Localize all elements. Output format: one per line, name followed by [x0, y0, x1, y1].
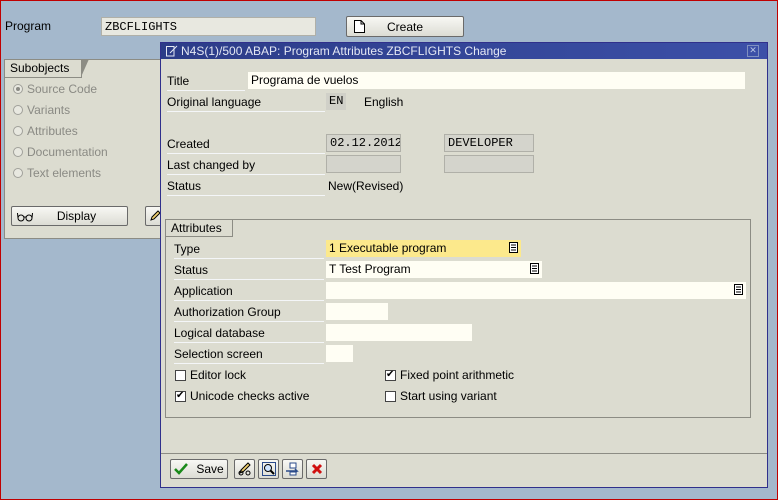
radio-button-icon — [13, 168, 23, 178]
original-language-name: English — [364, 95, 404, 109]
radio-label: Text elements — [27, 166, 102, 180]
save-button[interactable]: Save — [170, 459, 228, 479]
radio-label: Documentation — [27, 145, 108, 159]
attributes-group: Attributes Type 1 Executable program Sta… — [165, 219, 751, 418]
status-label: Status — [167, 177, 325, 196]
transport-button[interactable] — [282, 459, 303, 479]
toolbar-separator — [161, 453, 767, 454]
logical-database-input[interactable] — [326, 324, 472, 341]
glasses-icon — [17, 212, 33, 222]
radio-documentation[interactable]: Documentation — [13, 143, 108, 161]
find-button[interactable] — [258, 459, 279, 479]
subobjects-panel: Subobjects Source Code Variants Attribut… — [4, 59, 165, 239]
authorization-group-label: Authorization Group — [174, 303, 324, 322]
selection-screen-label: Selection screen — [174, 345, 324, 364]
save-button-label: Save — [196, 462, 224, 476]
created-by-field: DEVELOPER — [444, 134, 534, 152]
radio-button-icon — [13, 84, 23, 94]
list-icon — [509, 242, 518, 253]
close-icon[interactable]: ✕ — [747, 45, 759, 57]
title-input[interactable]: Programa de vuelos — [248, 72, 745, 89]
application-dropdown[interactable] — [326, 282, 746, 299]
cancel-button[interactable] — [306, 459, 327, 479]
original-language-input[interactable]: EN — [326, 93, 346, 110]
authorization-group-input[interactable] — [326, 303, 388, 320]
subobjects-tab: Subobjects — [5, 59, 90, 78]
last-changed-by-field — [444, 155, 534, 173]
display-button-label: Display — [56, 209, 97, 223]
change-document-icon — [166, 45, 178, 57]
create-button[interactable]: Create — [346, 16, 464, 37]
list-icon — [734, 284, 743, 295]
last-changed-date-field — [326, 155, 401, 173]
radio-label: Attributes — [27, 124, 78, 138]
radio-label: Variants — [27, 103, 71, 117]
status-dropdown[interactable]: T Test Program — [326, 261, 542, 278]
editor-lock-checkbox[interactable]: Editor lock — [175, 366, 246, 384]
type-label: Type — [174, 240, 324, 259]
cancel-icon — [311, 463, 322, 475]
checkbox-label: Start using variant — [400, 389, 497, 403]
checkbox-label: Unicode checks active — [190, 389, 310, 403]
checkbox-box — [385, 390, 396, 402]
display-button[interactable]: Display — [11, 206, 128, 226]
radio-button-icon — [13, 147, 23, 157]
status-dropdown-value: T Test Program — [329, 262, 411, 276]
start-variant-checkbox[interactable]: Start using variant — [385, 387, 497, 405]
radio-source-code[interactable]: Source Code — [13, 80, 97, 98]
status-value: New(Revised) — [328, 179, 404, 193]
title-label: Title — [167, 72, 245, 91]
attributes-tab: Attributes — [166, 220, 233, 237]
radio-text-elements[interactable]: Text elements — [13, 164, 101, 182]
radio-button-icon — [13, 105, 23, 115]
radio-attributes[interactable]: Attributes — [13, 122, 78, 140]
check-icon — [174, 463, 189, 475]
selection-screen-input[interactable] — [326, 345, 353, 362]
checkbox-box — [385, 368, 396, 382]
checkbox-box — [175, 389, 186, 403]
create-button-label: Create — [386, 19, 424, 34]
radio-button-icon — [13, 126, 23, 136]
dialog-title: N4S(1)/500 ABAP: Program Attributes ZBCF… — [181, 44, 507, 58]
fixed-point-checkbox[interactable]: Fixed point arithmetic — [385, 366, 514, 384]
attr-status-label: Status — [174, 261, 324, 280]
magnifier-icon — [261, 462, 276, 476]
program-attributes-dialog: N4S(1)/500 ABAP: Program Attributes ZBCF… — [160, 42, 768, 488]
last-changed-label: Last changed by — [167, 156, 325, 175]
display-change-button[interactable] — [234, 459, 255, 479]
list-icon — [530, 263, 539, 274]
radio-variants[interactable]: Variants — [13, 101, 70, 119]
checkbox-box — [175, 369, 186, 381]
new-document-icon — [354, 20, 365, 33]
type-dropdown-value: 1 Executable program — [329, 241, 447, 255]
pencil-glasses-icon — [238, 462, 251, 476]
program-input[interactable]: ZBCFLIGHTS — [101, 17, 316, 36]
logical-database-label: Logical database — [174, 324, 324, 343]
type-dropdown[interactable]: 1 Executable program — [326, 240, 521, 257]
unicode-checks-checkbox[interactable]: Unicode checks active — [175, 387, 309, 405]
dialog-title-bar: N4S(1)/500 ABAP: Program Attributes ZBCF… — [161, 43, 767, 59]
created-label: Created — [167, 135, 325, 154]
checkbox-label: Editor lock — [190, 368, 247, 382]
application-label: Application — [174, 282, 324, 301]
program-label: Program — [5, 19, 52, 33]
checkbox-label: Fixed point arithmetic — [400, 368, 515, 382]
radio-label: Source Code — [27, 82, 98, 96]
original-language-label: Original language — [167, 93, 325, 112]
created-date-field: 02.12.2012 — [326, 134, 401, 152]
transport-icon — [285, 462, 299, 476]
